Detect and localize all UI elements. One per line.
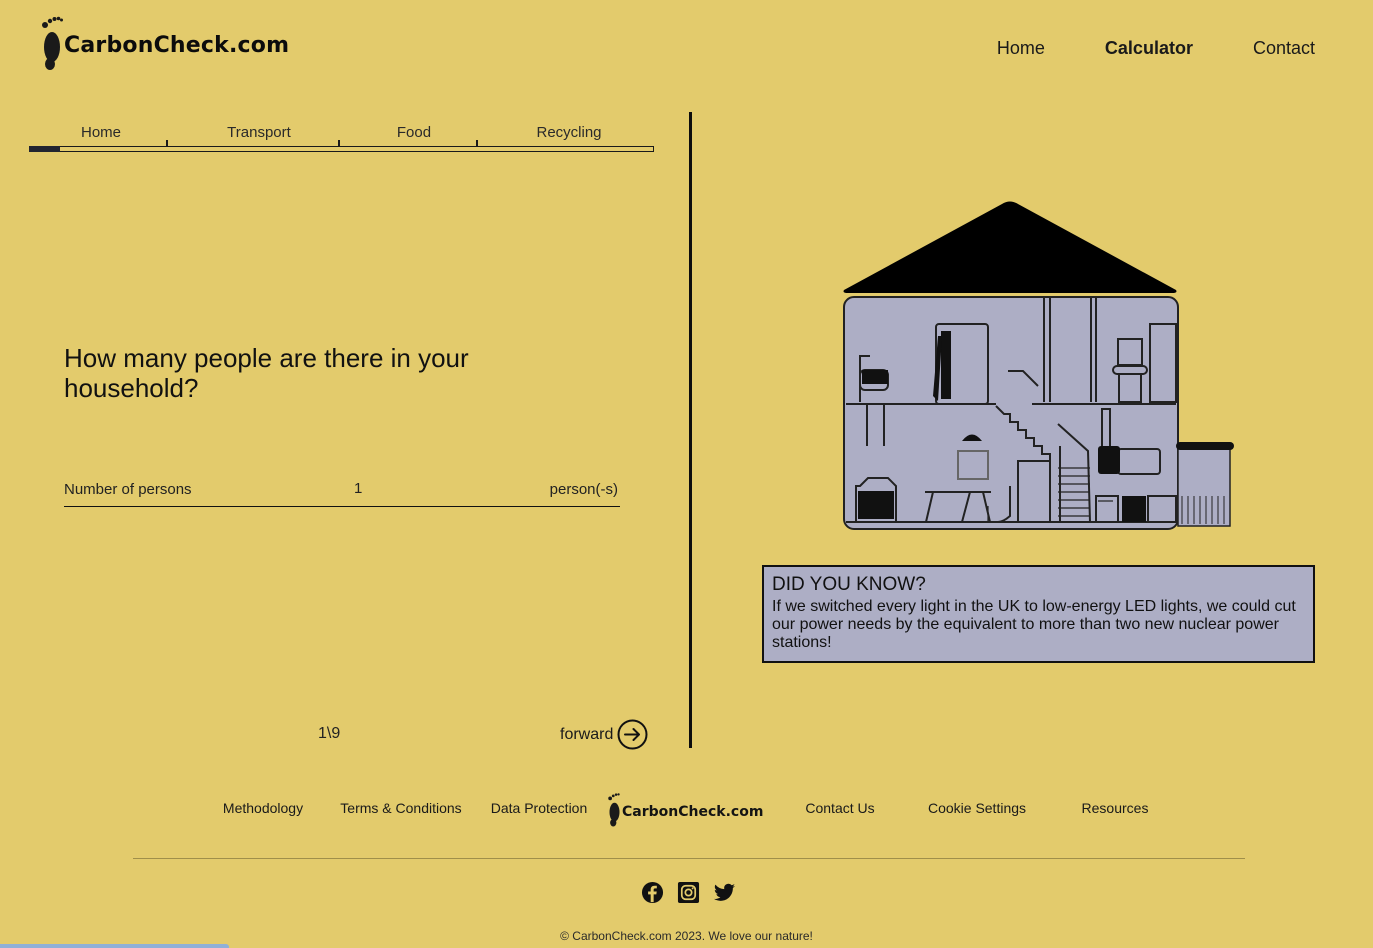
footer-logo[interactable]: CarbonCheck.com [607,789,763,829]
field-label: Number of persons [64,481,192,498]
field-unit: person(-s) [549,481,618,498]
arrow-right-circle-icon [617,719,648,750]
step-home[interactable]: Home [81,124,121,141]
nav-contact[interactable]: Contact [1253,38,1315,59]
footer-links: Methodology Terms & Conditions Data Prot… [0,789,1373,833]
brand-name: CarbonCheck.com [64,32,290,58]
vertical-divider [689,112,692,748]
footer-divider [133,858,1245,859]
footer-link-data-protection[interactable]: Data Protection [491,800,588,816]
question-text: How many people are there in your househ… [64,343,469,403]
footer-link-resources[interactable]: Resources [1082,800,1149,816]
footer-link-terms[interactable]: Terms & Conditions [340,800,461,816]
nav-calculator[interactable]: Calculator [1105,38,1193,59]
copyright: © CarbonCheck.com 2023. We love our natu… [560,929,813,943]
footer-link-methodology[interactable]: Methodology [223,800,303,816]
footprint-icon [42,16,63,70]
footprint-icon [608,793,620,827]
footer-link-cookies[interactable]: Cookie Settings [928,800,1026,816]
horizontal-scrollbar[interactable] [0,944,229,948]
did-you-know-card: DID YOU KNOW? If we switched every light… [762,565,1315,663]
facebook-icon[interactable] [641,881,664,904]
top-navigation: Home Calculator Contact [997,38,1315,59]
instagram-icon[interactable] [677,881,700,904]
twitter-icon[interactable] [713,881,736,904]
house-illustration [843,201,1234,530]
did-you-know-text: If we switched every light in the UK to … [772,598,1296,651]
persons-field: Number of persons person(-s) [64,480,620,507]
step-transport[interactable]: Transport [227,124,291,141]
progress-fill [29,146,61,152]
footer-link-contact[interactable]: Contact Us [805,800,874,816]
forward-button[interactable]: forward [560,719,648,750]
step-recycling[interactable]: Recycling [536,124,601,141]
step-food[interactable]: Food [397,124,431,141]
step-progress: Home Transport Food Recycling [29,124,654,154]
page-counter: 1\9 [318,725,341,742]
site-logo[interactable]: CarbonCheck.com [40,13,289,71]
persons-input[interactable] [354,480,474,497]
progress-track [29,146,654,152]
forward-label: forward [560,725,614,743]
social-links [641,881,736,904]
did-you-know-title: DID YOU KNOW? [772,574,926,595]
nav-home[interactable]: Home [997,38,1045,59]
footer-brand: CarbonCheck.com [622,804,764,820]
